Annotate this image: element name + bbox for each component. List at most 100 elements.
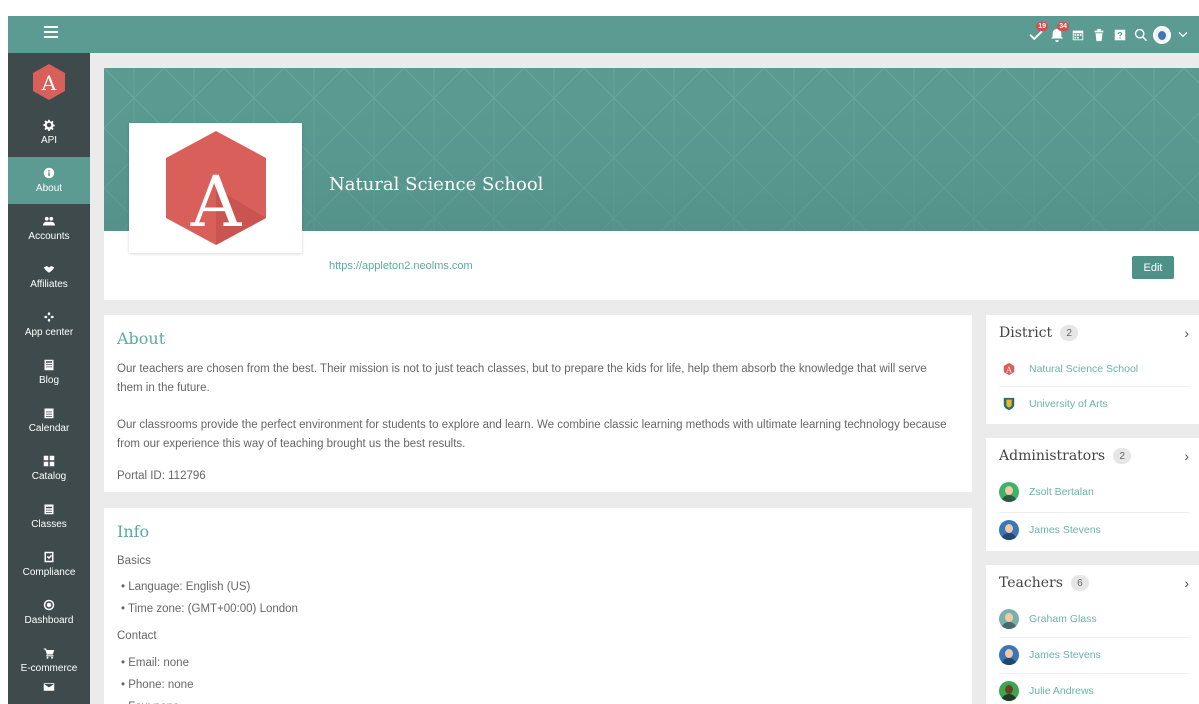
sidebar-item-accounts[interactable]: Accounts (8, 205, 90, 252)
user-avatar[interactable] (1151, 24, 1172, 46)
chevron-right-icon[interactable]: › (1184, 575, 1189, 591)
portal-id: Portal ID: 112796 (117, 470, 206, 482)
users-icon (43, 215, 55, 227)
teachers-card: Teachers 6 › Graham Glass James Stevens … (986, 565, 1199, 704)
district-item[interactable]: University of Arts (999, 386, 1189, 421)
avatar (999, 520, 1019, 540)
tasks-icon[interactable]: 19 (1025, 21, 1048, 46)
top-icons: 19 34 (1025, 16, 1193, 53)
school-logo-icon: A (999, 359, 1019, 379)
sidebar-item-dashboard[interactable]: Dashboard (8, 589, 90, 636)
fax-item: Fax: none (121, 696, 193, 704)
timezone-item: Time zone: (GMT+00:00) London (121, 598, 298, 620)
school-logo: A (129, 123, 302, 253)
sidebar-item-affiliates[interactable]: Affiliates (8, 253, 90, 300)
district-title: District (999, 325, 1053, 341)
district-count: 2 (1060, 325, 1079, 341)
teachers-title: Teachers (999, 575, 1063, 591)
teachers-count: 6 (1070, 575, 1089, 591)
teacher-item[interactable]: James Stevens (999, 637, 1189, 672)
blog-icon (43, 359, 55, 371)
sidebar-item-catalog[interactable]: Catalog (8, 445, 90, 492)
info-title: Info (117, 522, 150, 541)
avatar (999, 681, 1019, 701)
district-item-name: University of Arts (1029, 398, 1108, 410)
chevron-down-icon[interactable] (1172, 24, 1193, 46)
chevron-right-icon[interactable]: › (1184, 448, 1189, 464)
sidebar-item-more[interactable] (8, 681, 90, 704)
sidebar: A API About Accounts Affiliates App cent… (8, 53, 90, 704)
help-icon[interactable] (1109, 24, 1130, 46)
svg-text:A: A (189, 161, 242, 243)
info-icon (43, 167, 55, 179)
sidebar-item-compliance[interactable]: Compliance (8, 541, 90, 588)
sidebar-item-e-commerce[interactable]: E-commerce (8, 637, 90, 684)
sidebar-item-about[interactable]: About (8, 157, 90, 204)
sidebar-item-label: API (40, 135, 58, 146)
classes-icon (43, 503, 55, 515)
about-paragraph-1: Our teachers are chosen from the best. T… (117, 363, 927, 394)
about-title: About (117, 329, 166, 348)
administrator-item[interactable]: James Stevens (999, 512, 1189, 547)
calendar-icon (43, 407, 55, 419)
email-item: Email: none (121, 652, 193, 674)
search-icon[interactable] (1130, 24, 1151, 46)
school-url-link[interactable]: https://appleton2.neolms.com (329, 260, 473, 272)
district-item-name: Natural Science School (1029, 362, 1139, 375)
top-bar: 19 34 (8, 16, 1199, 53)
sidebar-item-label: Dashboard (24, 615, 74, 626)
avatar (999, 608, 1019, 629)
administrators-header: Administrators 2 (999, 448, 1132, 464)
sidebar-item-label: Affiliates (30, 279, 68, 290)
sidebar-item-app-center[interactable]: App center (8, 301, 90, 348)
sidebar-item-blog[interactable]: Blog (8, 349, 90, 396)
sidebar-item-label: Accounts (28, 231, 70, 242)
sidebar-item-calendar[interactable]: Calendar (8, 397, 90, 444)
check-icon (43, 551, 55, 563)
info-card: Info Basics Language: English (US) Time … (104, 508, 972, 704)
menu-icon[interactable] (44, 26, 58, 38)
teachers-header: Teachers 6 (999, 575, 1089, 591)
school-header: A Natural Science School https://appleto… (104, 68, 1199, 300)
administrator-name: Zsolt Bertalan (1029, 485, 1094, 498)
administrators-title: Administrators (999, 448, 1106, 464)
teacher-name: James Stevens (1029, 649, 1101, 661)
puzzle-icon (43, 311, 55, 323)
chevron-right-icon[interactable]: › (1184, 325, 1189, 341)
envelope-icon (43, 681, 55, 693)
sidebar-item-label: E-commerce (20, 663, 78, 674)
sidebar-item-label: About (35, 183, 63, 194)
sidebar-item-label: Blog (38, 375, 59, 386)
notifications-icon[interactable]: 34 (1046, 21, 1069, 46)
administrator-name: James Stevens (1029, 524, 1101, 536)
contact-label: Contact (117, 630, 157, 642)
teacher-item[interactable]: Graham Glass (999, 601, 1189, 636)
teacher-name: Graham Glass (1029, 612, 1097, 625)
sidebar-item-classes[interactable]: Classes (8, 493, 90, 540)
basics-list: Language: English (US) Time zone: (GMT+0… (121, 576, 298, 620)
administrator-item[interactable]: Zsolt Bertalan (999, 474, 1189, 509)
gear-icon (43, 119, 55, 131)
sidebar-item-label: Compliance (22, 567, 76, 578)
administrators-card: Administrators 2 › Zsolt Bertalan James … (986, 438, 1199, 551)
sidebar-item-label: Catalog (31, 471, 67, 482)
district-header: District 2 (999, 325, 1079, 341)
sidebar-item-api[interactable]: API (8, 109, 90, 156)
svg-text:A: A (41, 71, 57, 95)
district-item[interactable]: A Natural Science School (999, 351, 1189, 386)
edit-button[interactable]: Edit (1132, 256, 1174, 279)
cart-icon (43, 647, 55, 659)
svg-text:A: A (1005, 365, 1012, 374)
about-card: About Our teachers are chosen from the b… (104, 315, 972, 492)
basics-label: Basics (117, 555, 151, 567)
main-content: A Natural Science School https://appleto… (90, 53, 1199, 704)
trash-icon[interactable] (1088, 24, 1109, 46)
app-logo[interactable]: A (31, 63, 67, 101)
university-crest-icon (999, 394, 1019, 414)
sidebar-item-label: App center (24, 327, 74, 338)
calendar-icon[interactable] (1067, 24, 1088, 46)
teacher-item[interactable]: Julie Andrews (999, 673, 1189, 704)
grid-icon (43, 455, 55, 467)
language-item: Language: English (US) (121, 576, 298, 598)
school-name: Natural Science School (329, 174, 544, 195)
